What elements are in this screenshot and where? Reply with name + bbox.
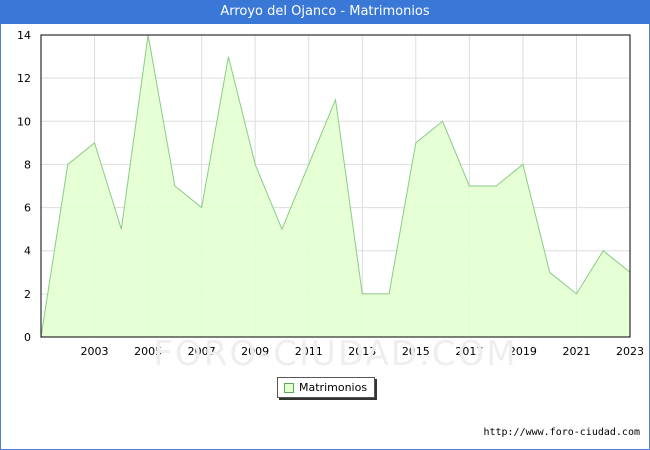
x-tick-label: 2021 (562, 345, 590, 358)
watermark: FORO-CIUDAD.COM (153, 334, 517, 374)
legend-swatch (284, 383, 294, 393)
y-tick-label: 2 (24, 288, 31, 301)
y-tick-label: 10 (17, 115, 31, 128)
y-tick-label: 4 (24, 245, 31, 258)
x-tick-label: 2023 (616, 345, 644, 358)
y-tick-label: 14 (17, 29, 31, 42)
legend-label: Matrimonios (299, 381, 368, 394)
y-tick-label: 8 (24, 158, 31, 171)
y-tick-label: 0 (24, 331, 31, 344)
legend: Matrimonios (277, 377, 375, 398)
y-tick-label: 6 (24, 202, 31, 215)
footer-url: http://www.foro-ciudad.com (483, 427, 640, 438)
x-tick-label: 2003 (81, 345, 109, 358)
y-tick-label: 12 (17, 72, 31, 85)
